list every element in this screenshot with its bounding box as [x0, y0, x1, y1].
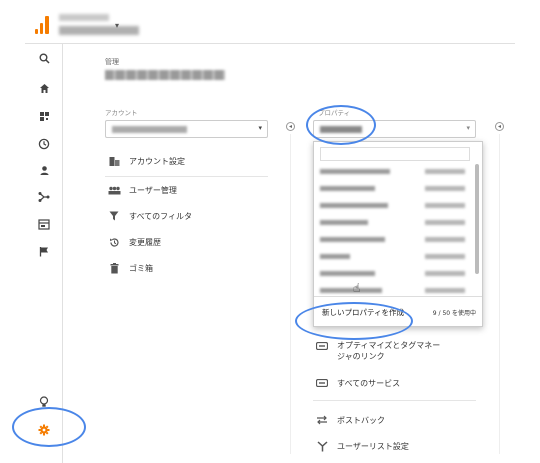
building-icon — [107, 155, 121, 167]
userlist-icon — [315, 440, 329, 452]
trash-icon — [107, 262, 121, 274]
account-column-label: アカウント — [105, 109, 138, 117]
property-option[interactable] — [320, 269, 470, 279]
filter-icon — [107, 210, 121, 222]
menu-item-label: オプティマイズとタグマネージャのリンク — [337, 341, 441, 361]
highlight-ring — [295, 302, 413, 340]
acquisition-icon[interactable] — [36, 189, 52, 205]
menu-item-label: すべてのフィルタ — [129, 211, 192, 221]
divider — [105, 176, 268, 177]
column-separator — [499, 134, 500, 454]
menu-item-label: アカウント設定 — [129, 156, 185, 166]
left-nav — [25, 44, 63, 463]
column-separator — [290, 134, 291, 454]
property-search-input[interactable] — [320, 147, 470, 161]
home-icon[interactable] — [36, 80, 52, 96]
collapse-property-icon[interactable]: ◂ — [495, 122, 504, 131]
menu-item-label: ポストバック — [337, 415, 385, 425]
users-icon — [107, 184, 121, 196]
property-option[interactable] — [320, 184, 470, 194]
property-option[interactable] — [320, 218, 470, 228]
trash-item[interactable]: ゴミ箱 — [107, 262, 153, 274]
divider — [313, 400, 476, 401]
menu-item-label: ユーザー管理 — [129, 185, 177, 195]
property-option[interactable] — [320, 167, 470, 177]
page-subtitle: 管理 — [105, 58, 119, 66]
top-bar: ▾ — [25, 8, 515, 44]
menu-item-label: ユーザーリスト設定 — [337, 441, 409, 451]
history-icon — [107, 236, 121, 248]
property-usage-count: 9 / 50 を使用中 — [432, 310, 476, 317]
view-name-blurred[interactable] — [59, 26, 139, 35]
person-icon[interactable] — [36, 162, 52, 178]
search-icon[interactable] — [36, 50, 52, 66]
userlist-settings-item[interactable]: ユーザーリスト設定 — [315, 440, 409, 452]
chevron-down-icon: ▾ — [466, 124, 470, 132]
highlight-ring — [12, 407, 86, 447]
property-dropdown: 新しいプロパティを作成 9 / 50 を使用中 — [313, 141, 483, 327]
property-option[interactable] — [320, 286, 470, 296]
chevron-down-icon[interactable]: ▾ — [115, 21, 119, 30]
chevron-down-icon: ▾ — [258, 124, 262, 132]
optimize-tagmanager-link-item[interactable]: オプティマイズとタグマネージャのリンク — [315, 340, 442, 362]
account-select[interactable]: ▾ — [105, 120, 268, 138]
property-option[interactable] — [320, 235, 470, 245]
flag-icon[interactable] — [36, 243, 52, 259]
dropdown-scrollbar[interactable] — [475, 164, 479, 274]
menu-item-label: 変更履歴 — [129, 237, 161, 247]
clock-icon[interactable] — [36, 136, 52, 152]
hand-cursor-icon: ☝ — [353, 281, 361, 295]
account-settings-item[interactable]: アカウント設定 — [107, 155, 185, 167]
analytics-logo[interactable] — [35, 16, 49, 34]
menu-item-label: すべてのサービス — [337, 378, 401, 388]
all-filters-item[interactable]: すべてのフィルタ — [107, 210, 192, 222]
property-option[interactable] — [320, 252, 470, 262]
page-title-blurred — [105, 70, 225, 80]
postback-icon — [315, 414, 329, 426]
highlight-ring — [306, 105, 376, 145]
collapse-account-icon[interactable]: ◂ — [286, 122, 295, 131]
account-name-blurred[interactable] — [59, 14, 109, 21]
property-option[interactable] — [320, 201, 470, 211]
menu-item-label: ゴミ箱 — [129, 263, 153, 273]
link-icon — [315, 340, 329, 352]
postback-item[interactable]: ポストバック — [315, 414, 385, 426]
dashboard-icon[interactable] — [36, 108, 52, 124]
behavior-icon[interactable] — [36, 216, 52, 232]
change-history-item[interactable]: 変更履歴 — [107, 236, 161, 248]
services-icon — [315, 377, 329, 389]
user-management-item[interactable]: ユーザー管理 — [107, 184, 177, 196]
all-services-item[interactable]: すべてのサービス — [315, 377, 400, 389]
